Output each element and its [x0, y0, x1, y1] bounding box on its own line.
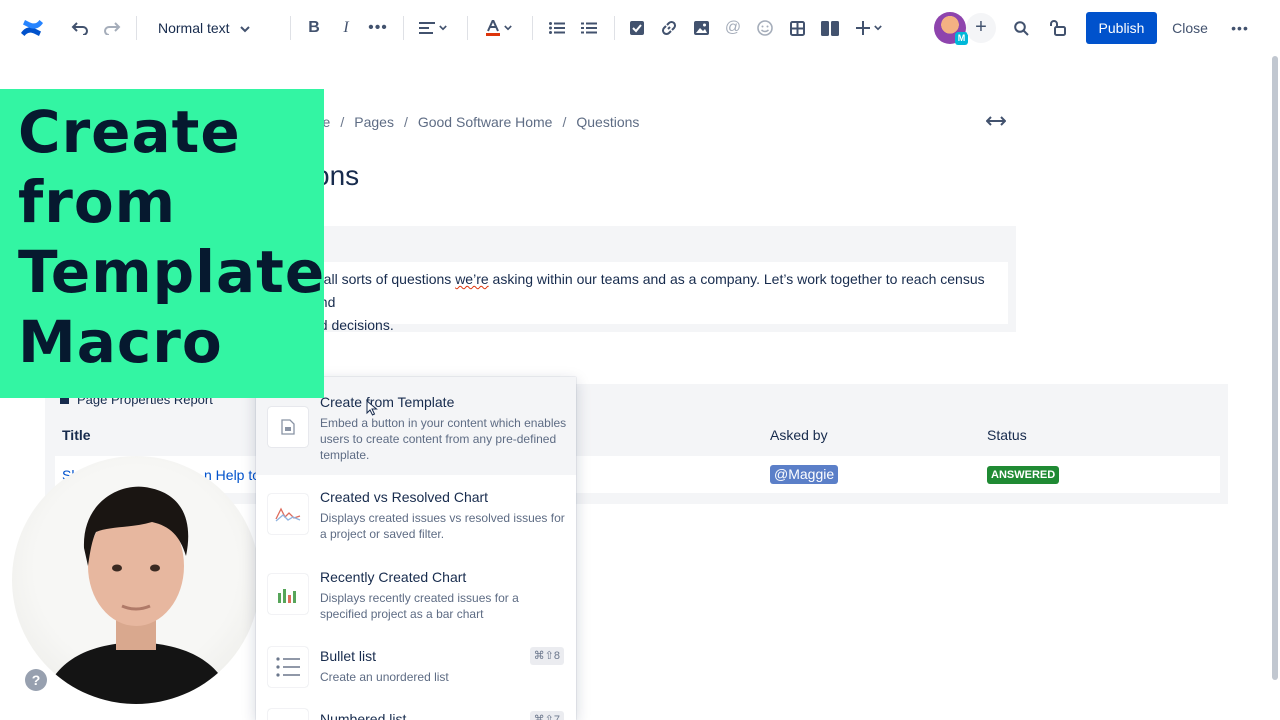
redo-icon[interactable]: [100, 14, 124, 42]
status-badge: ANSWERED: [987, 466, 1060, 484]
mention-icon[interactable]: @: [722, 14, 744, 42]
numbered-list-icon: [268, 709, 308, 720]
column-header-asked-by[interactable]: Asked by: [770, 427, 828, 443]
numbered-list-icon[interactable]: [578, 14, 600, 42]
table-icon[interactable]: [786, 14, 808, 42]
menu-item-title: Bullet list: [320, 648, 377, 664]
close-button[interactable]: Close: [1166, 12, 1214, 44]
menu-item-bullet-list[interactable]: Bullet list Create an unordered list ⌘⇧8: [256, 635, 576, 699]
overlay-line-4: Macro: [18, 308, 223, 376]
breadcrumb-current[interactable]: Questions: [576, 114, 639, 130]
link-icon[interactable]: [658, 14, 680, 42]
task-icon[interactable]: [626, 14, 648, 42]
layouts-icon[interactable]: [818, 14, 842, 42]
menu-item-description: Displays recently created issues for a s…: [320, 591, 519, 621]
presenter-image: [42, 486, 234, 704]
undo-icon[interactable]: [68, 14, 92, 42]
emoji-icon[interactable]: [754, 14, 776, 42]
bullet-list-icon: [268, 647, 308, 687]
insert-menu-icon[interactable]: [852, 14, 886, 42]
menu-item-recently-created-chart[interactable]: Recently Created Chart Displays recently…: [256, 555, 576, 635]
insert-macro-menu: Create from Template Embed a button in y…: [256, 377, 576, 720]
publish-button[interactable]: Publish: [1086, 12, 1157, 44]
unlock-icon[interactable]: [1047, 14, 1071, 42]
user-mention[interactable]: @Maggie: [770, 465, 839, 484]
menu-item-title: Numbered list: [320, 711, 407, 720]
menu-item-title: Create from Template: [320, 394, 455, 410]
overlay-line-2: from: [18, 168, 177, 236]
line-chart-icon: [268, 494, 308, 534]
menu-item-title: Created vs Resolved Chart: [320, 489, 489, 505]
menu-item-title: Recently Created Chart: [320, 569, 467, 585]
text-style-dropdown[interactable]: Normal text: [158, 14, 250, 42]
page-scrollbar[interactable]: [1272, 56, 1278, 680]
editor-toolbar: Normal text B I ••• @ M + Publish Close …: [0, 0, 1280, 56]
confluence-logo-icon[interactable]: [18, 14, 46, 42]
chevron-down-icon: [239, 20, 250, 36]
menu-item-created-vs-resolved[interactable]: Created vs Resolved Chart Displays creat…: [256, 475, 576, 555]
panel-body[interactable]: e all sorts of questions we’re asking wi…: [300, 262, 1008, 333]
menu-item-description: Displays created issues vs resolved issu…: [320, 511, 565, 541]
menu-item-description: Create an unordered list: [320, 670, 449, 684]
keyboard-shortcut: ⌘⇧7: [529, 711, 564, 720]
text-style-label: Normal text: [158, 20, 230, 36]
italic-icon[interactable]: I: [334, 14, 358, 42]
align-icon[interactable]: [416, 14, 450, 42]
more-formatting-icon[interactable]: •••: [366, 14, 390, 42]
template-icon: [268, 407, 308, 447]
invite-plus-icon[interactable]: +: [966, 13, 996, 43]
more-icon[interactable]: •••: [1228, 14, 1252, 42]
breadcrumb-home[interactable]: Good Software Home: [418, 114, 553, 130]
column-header-title[interactable]: Title: [62, 427, 91, 443]
keyboard-shortcut: ⌘⇧8: [529, 647, 564, 665]
video-title-overlay: Create from Template Macro: [0, 89, 324, 398]
full-width-toggle-icon[interactable]: [985, 114, 1007, 130]
menu-item-numbered-list[interactable]: Numbered list ⌘⇧7: [256, 699, 576, 720]
breadcrumb: ware / Pages / Good Software Home / Ques…: [300, 114, 639, 130]
overlay-line-3: Template: [18, 238, 326, 306]
column-header-status[interactable]: Status: [987, 427, 1027, 443]
help-icon[interactable]: ?: [25, 669, 47, 691]
text-color-icon[interactable]: [482, 14, 516, 42]
bold-icon[interactable]: B: [302, 14, 326, 42]
mouse-cursor-icon: [366, 399, 378, 421]
bar-chart-icon: [268, 574, 308, 614]
presenter-webcam: [12, 456, 260, 704]
spelling-error[interactable]: we’re: [455, 271, 488, 287]
breadcrumb-pages[interactable]: Pages: [354, 114, 394, 130]
menu-item-description: Embed a button in your content which ena…: [320, 416, 567, 462]
image-icon[interactable]: [690, 14, 712, 42]
search-icon[interactable]: [1010, 14, 1032, 42]
bullet-list-icon[interactable]: [546, 14, 568, 42]
avatar-badge: M: [955, 32, 968, 45]
overlay-line-1: Create: [18, 98, 241, 166]
